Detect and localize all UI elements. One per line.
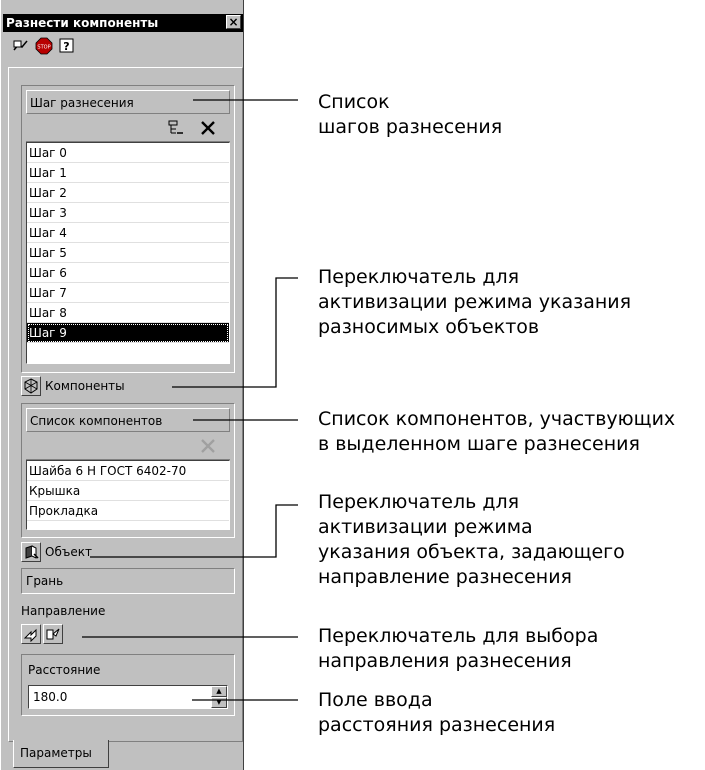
steps-header: Шаг разнесения bbox=[26, 90, 230, 114]
title-bar: Разнести компоненты × bbox=[3, 14, 243, 32]
step-list-item[interactable]: Шаг 2 bbox=[27, 183, 229, 203]
spin-up-icon[interactable]: ▲ bbox=[211, 686, 227, 697]
components-header: Список компонентов bbox=[26, 408, 230, 432]
delete-component-icon[interactable] bbox=[198, 436, 218, 456]
distance-value: 180.0 bbox=[33, 690, 68, 704]
explode-components-panel: Разнести компоненты × STOP ? Шаг разнесе… bbox=[0, 0, 244, 770]
direction-reverse-button[interactable] bbox=[43, 624, 63, 644]
step-list-item[interactable]: Шаг 1 bbox=[27, 163, 229, 183]
steps-list[interactable]: Шаг 0 Шаг 1 Шаг 2 Шаг 3 Шаг 4 Шаг 5 Шаг 6 Шаг 7… bbox=[26, 142, 230, 364]
object-toggle[interactable]: Объект bbox=[21, 542, 92, 562]
object-icon bbox=[25, 545, 39, 559]
components-toolbar bbox=[26, 432, 230, 460]
components-list[interactable]: Шайба 6 Н ГОСТ 6402-70 Крышка Прокладка bbox=[26, 460, 230, 530]
direction-label: Направление bbox=[21, 604, 106, 618]
components-toggle[interactable]: Компоненты bbox=[21, 376, 125, 396]
toolbar: STOP ? bbox=[5, 36, 241, 58]
object-toggle-label: Объект bbox=[45, 545, 92, 559]
steps-toolbar bbox=[26, 114, 230, 142]
spin-down-icon[interactable]: ▼ bbox=[211, 697, 227, 708]
object-toggle-button[interactable] bbox=[21, 542, 41, 562]
direction-forward-icon bbox=[23, 628, 37, 642]
components-group: Список компонентов Шайба 6 Н ГОСТ 6402-7… bbox=[21, 403, 235, 538]
delete-step-icon[interactable] bbox=[198, 118, 218, 138]
annotation-components-list: Список компонентов, участвующих в выделе… bbox=[318, 408, 676, 455]
component-list-item[interactable]: Крышка bbox=[27, 481, 229, 501]
distance-label: Расстояние bbox=[28, 663, 101, 677]
add-step-icon[interactable] bbox=[166, 118, 186, 138]
step-list-item[interactable]: Шаг 7 bbox=[27, 283, 229, 303]
apply-icon[interactable] bbox=[11, 36, 31, 56]
annotation-direction-toggle: Переключатель для выбора направления раз… bbox=[318, 625, 599, 672]
annotation-steps-list: Список шагов разнесения bbox=[318, 91, 503, 138]
step-list-item[interactable]: Шаг 5 bbox=[27, 243, 229, 263]
component-list-item[interactable]: Шайба 6 Н ГОСТ 6402-70 bbox=[27, 461, 229, 481]
distance-spinner[interactable]: ▲ ▼ bbox=[211, 686, 227, 708]
step-list-item[interactable]: Шаг 9 bbox=[27, 323, 229, 343]
step-list-item[interactable]: Шаг 3 bbox=[27, 203, 229, 223]
parameters-content: Шаг разнесения Шаг 0 Шаг 1 Шаг 2 Шаг 3 Ш… bbox=[8, 67, 243, 742]
annotation-object-toggle: Переключатель для активизации режима ука… bbox=[318, 491, 625, 588]
step-list-item[interactable]: Шаг 8 bbox=[27, 303, 229, 323]
tab-parameters[interactable]: Параметры bbox=[13, 740, 109, 768]
annotation-components-toggle: Переключатель для активизации режима ука… bbox=[318, 266, 632, 338]
stop-icon[interactable]: STOP bbox=[34, 36, 54, 56]
svg-text:?: ? bbox=[63, 40, 69, 53]
distance-input[interactable]: 180.0 ▲ ▼ bbox=[28, 685, 228, 709]
annotation-distance-field: Поле ввода расстояния разнесения bbox=[318, 689, 556, 736]
direction-reverse-icon bbox=[46, 628, 60, 640]
steps-group: Шаг разнесения Шаг 0 Шаг 1 Шаг 2 Шаг 3 Ш… bbox=[21, 85, 235, 373]
close-button[interactable]: × bbox=[226, 15, 241, 29]
object-field: Грань bbox=[21, 568, 235, 594]
window-title: Разнести компоненты bbox=[6, 16, 159, 30]
help-icon[interactable]: ? bbox=[57, 36, 77, 56]
step-list-item[interactable]: Шаг 4 bbox=[27, 223, 229, 243]
step-list-item[interactable]: Шаг 0 bbox=[27, 143, 229, 163]
components-toggle-label: Компоненты bbox=[45, 379, 125, 393]
components-toggle-button[interactable] bbox=[21, 376, 41, 396]
direction-forward-button[interactable] bbox=[21, 624, 41, 644]
components-icon bbox=[24, 378, 38, 394]
component-list-item[interactable]: Прокладка bbox=[27, 501, 229, 521]
step-list-item[interactable]: Шаг 6 bbox=[27, 263, 229, 283]
distance-group: Расстояние 180.0 ▲ ▼ bbox=[21, 654, 235, 716]
direction-toggles bbox=[21, 624, 63, 644]
svg-text:STOP: STOP bbox=[37, 45, 50, 51]
